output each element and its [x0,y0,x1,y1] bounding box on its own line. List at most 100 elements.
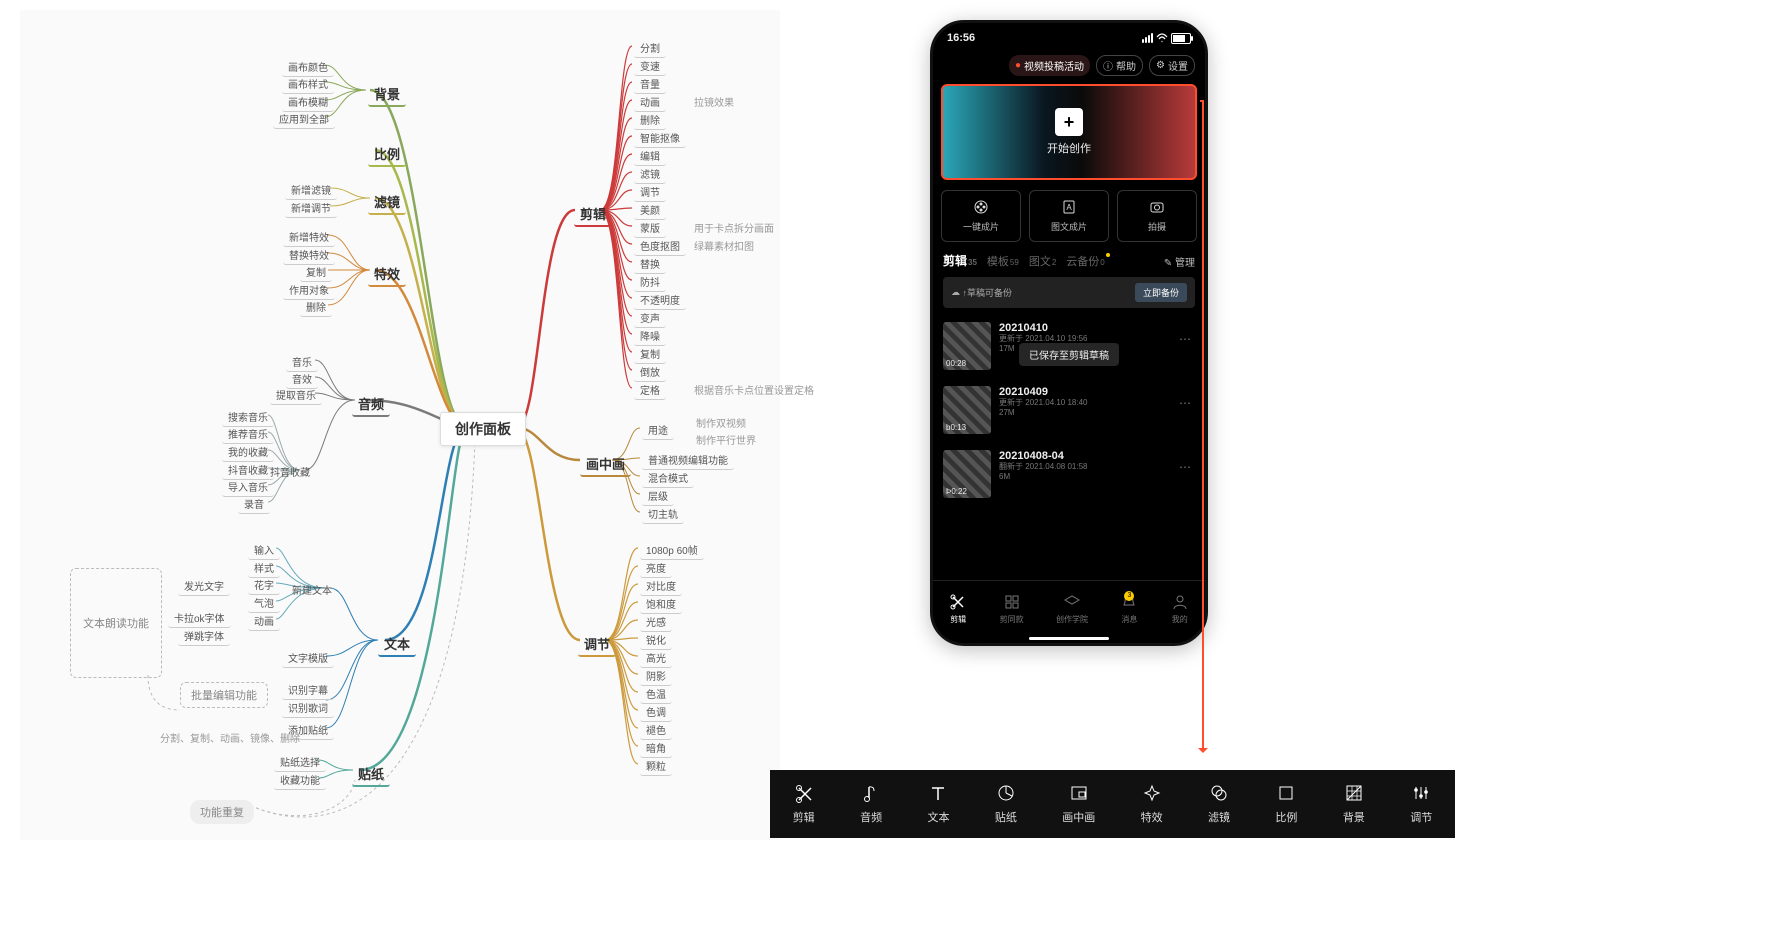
cap-icon [1063,593,1081,611]
draft-item[interactable]: Þ0:22 20210408-04 翻新于 2021.04.08 01:586M… [943,442,1195,506]
tool-text[interactable]: 文本 [927,783,949,825]
leaf: 对比度 [640,576,682,596]
leaf: 用途 [642,420,674,440]
card-autocut[interactable]: 一键成片 [941,190,1021,242]
draft-tabs: 剪辑35 模板59 图文2 云备份0 ✎ 管理 [933,248,1205,271]
more-icon[interactable]: ⋯ [1179,396,1193,410]
quick-cards: 一键成片 A图文成片 拍摄 [933,180,1205,248]
phone-frame: 16:56 ●视频投稿活动 ⓘ 帮助 ⚙ 设置 + 开始创作 一键成片 A图文成… [930,20,1208,646]
tab-edit[interactable]: 剪辑35 [943,252,977,269]
drafts-list: 00:28 20210410 更新于 2021.04.10 19:5617M ⋯… [933,314,1205,506]
leaf: 不透明度 [634,290,686,310]
tool-label: 画中画 [1062,809,1095,825]
leaf: 花字 [248,575,280,595]
status-bar: 16:56 [933,23,1205,49]
mindmap-root: 创作面板 [440,412,526,446]
leaf: 锐化 [640,630,672,650]
branch-background: 背景 [368,82,406,107]
sub-newtext: 新建文本 [286,580,338,599]
leaf: 色调 [640,702,672,722]
tabbar-messages[interactable]: 3消息 [1120,593,1138,625]
leaf: 美颜 [634,200,666,220]
tool-pip[interactable]: 画中画 [1062,783,1095,825]
leaf: 变声 [634,308,666,328]
leaf: 暗角 [640,738,672,758]
leaf: 弹跳字体 [178,626,230,646]
settings-button[interactable]: ⚙ 设置 [1149,55,1195,76]
leaf: 复制 [634,344,666,364]
leaf: 混合模式 [642,468,694,488]
leaf: 切主轨 [642,504,684,524]
branch-filter: 滤镜 [368,190,406,215]
callout-dup: 功能重复 [190,800,254,824]
card-shoot[interactable]: 拍摄 [1117,190,1197,242]
draft-title: 20210408-04 [999,450,1088,462]
leaf: 推荐音乐 [222,424,274,444]
filter-icon [1209,783,1229,803]
battery-icon [1171,33,1191,44]
grid-icon [1003,593,1021,611]
leaf: 滤镜 [634,164,666,184]
more-icon[interactable]: ⋯ [1179,460,1193,474]
help-button[interactable]: ⓘ 帮助 [1096,55,1143,76]
draft-item[interactable]: 00:28 20210410 更新于 2021.04.10 19:5617M ⋯ [943,314,1195,378]
tabbar-me[interactable]: 我的 [1171,593,1189,625]
leaf: 气泡 [248,593,280,613]
draft-thumb: 00:28 [943,322,991,370]
tool-filter[interactable]: 滤镜 [1208,783,1230,825]
leaf: 防抖 [634,272,666,292]
leaf: 删除 [634,110,666,130]
backup-text: ↑草稿可备份 [963,286,1013,299]
draft-title: 20210410 [999,322,1088,334]
hero-create[interactable]: + 开始创作 [941,84,1197,180]
leaf: 输入 [248,540,280,560]
tool-sliders[interactable]: 调节 [1410,783,1432,825]
hatch-icon [1344,783,1364,803]
manage-button[interactable]: ✎ 管理 [1164,254,1195,269]
scissors-icon [949,593,967,611]
draft-thumb: b0:13 [943,386,991,434]
tab-text[interactable]: 图文2 [1029,253,1056,269]
branch-edit: 剪辑 [574,202,612,227]
tool-square[interactable]: 比例 [1275,783,1297,825]
activity-pill[interactable]: ●视频投稿活动 [1009,55,1090,76]
tool-scissors[interactable]: 剪辑 [793,783,815,825]
leaf: 高光 [640,648,672,668]
tool-label: 文本 [927,809,949,825]
more-icon[interactable]: ⋯ [1179,332,1193,346]
leaf: 降噪 [634,326,666,346]
draft-item[interactable]: b0:13 20210409 更新于 2021.04.10 18:4027M ⋯ [943,378,1195,442]
card-text2video[interactable]: A图文成片 [1029,190,1109,242]
tabbar-edit[interactable]: 剪辑 [949,593,967,625]
leaf: 倒放 [634,362,666,382]
tool-label: 剪辑 [793,809,815,825]
phone-topbar: ●视频投稿活动 ⓘ 帮助 ⚙ 设置 [933,49,1205,76]
leaf: 智能抠像 [634,128,686,148]
leaf: 光感 [640,612,672,632]
tab-cloud[interactable]: 云备份0 [1066,253,1109,269]
note-icon [861,783,881,803]
tool-sparkle[interactable]: 特效 [1141,783,1163,825]
branch-adjust: 调节 [578,632,616,657]
leaf: 识别歌词 [282,698,334,718]
leaf: 编辑 [634,146,666,166]
signal-icon [1142,33,1153,43]
tab-template[interactable]: 模板59 [987,253,1019,269]
doc-icon: A [1061,199,1077,215]
tool-label: 贴纸 [995,809,1017,825]
leaf: 动画 [634,92,666,112]
draft-info: 翻新于 2021.04.08 01:586M [999,462,1088,483]
tool-hatch[interactable]: 背景 [1343,783,1365,825]
backup-now-button[interactable]: 立即备份 [1135,283,1187,302]
tool-pie[interactable]: 贴纸 [995,783,1017,825]
leaf: 音量 [634,74,666,94]
tool-note[interactable]: 音频 [860,783,882,825]
tabbar-same[interactable]: 剪同款 [1000,593,1024,625]
split-ops-legend: 分割、复制、动画、镜像、删除 [160,730,300,745]
tabbar-academy[interactable]: 创作学院 [1056,593,1088,625]
note: 绿幕素材扣图 [688,236,760,255]
leaf: 提取音乐 [270,385,322,405]
editor-toolbar: 剪辑 音频文本 贴纸 画中画 特效 滤镜 比例 背景 调节 [770,770,1455,838]
scissors-icon [794,783,814,803]
leaf: 识别字幕 [282,680,334,700]
